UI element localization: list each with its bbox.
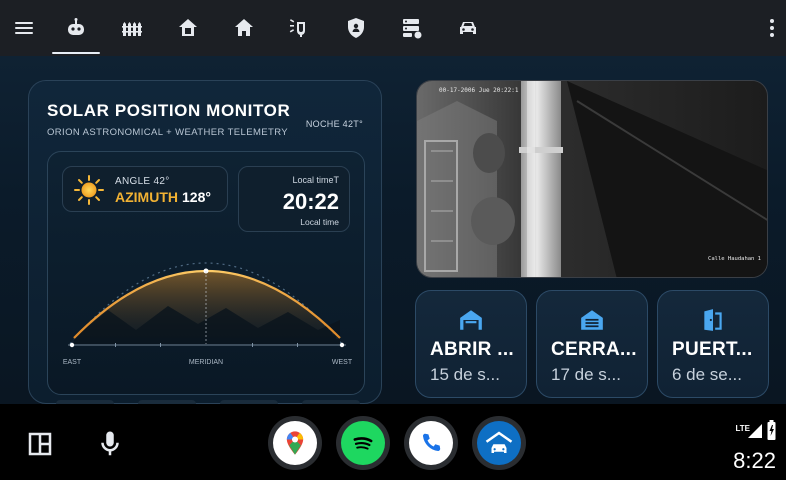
solar-card-subtitle: ORION ASTRONOMICAL + WEATHER TELEMETRY <box>47 127 289 138</box>
door-icon <box>704 309 722 331</box>
sun-path-diagram: EAST MERIDIAN WEST <box>63 262 353 366</box>
solar-card-title: SOLAR POSITION MONITOR <box>47 101 291 120</box>
azimuth-value: 128° <box>182 189 211 205</box>
noche-label: NOCHE 42T° <box>305 119 363 129</box>
house-icon <box>179 19 197 36</box>
hamburger-menu-icon[interactable] <box>4 0 44 56</box>
spotify-icon <box>353 437 373 450</box>
tile-abrir-subtitle: 15 de s... <box>430 365 500 384</box>
battery-icon <box>767 420 776 440</box>
solar-inner-panel: ANGLE 42° AZIMUTH 128° Local timeT 20:22 … <box>47 151 365 395</box>
tab-fence[interactable] <box>112 0 152 56</box>
car-icon <box>460 22 476 34</box>
phone-icon <box>422 433 441 452</box>
camera-timestamp: 00-17-2006 Jue 20:22:1 <box>439 87 519 94</box>
tile-puerta-subtitle: 6 de se... <box>672 365 742 384</box>
tab-house-2[interactable] <box>224 0 264 56</box>
signal-icon <box>748 424 762 438</box>
tile-cerrar-title: CERRA... <box>551 339 637 360</box>
axis-east-label: EAST <box>63 359 82 366</box>
west-marker <box>339 342 345 348</box>
tab-house[interactable] <box>168 0 208 56</box>
tab-car[interactable] <box>448 0 488 56</box>
google-maps-icon <box>286 431 304 455</box>
azimuth-key: AZIMUTH <box>115 189 178 205</box>
tab-server[interactable] <box>392 0 432 56</box>
microphone-icon[interactable] <box>92 426 128 462</box>
angle-label: ANGLE 42° <box>115 176 170 187</box>
sun-icon <box>74 175 104 205</box>
robot-icon <box>68 18 84 35</box>
angle-azimuth-box: ANGLE 42° AZIMUTH 128° <box>62 166 228 212</box>
tab-shield[interactable] <box>336 0 376 56</box>
solar-position-card[interactable]: SOLAR POSITION MONITOR ORION ASTRONOMICA… <box>28 80 382 404</box>
spotify-app[interactable] <box>336 416 390 470</box>
garage-closed-icon <box>581 310 603 330</box>
shield-icon <box>348 18 364 38</box>
tile-puerta-title: PUERT... <box>672 339 753 360</box>
azimuth-readout: AZIMUTH 128° <box>115 189 211 205</box>
local-time-label: Local timeT <box>292 175 339 185</box>
fence-icon <box>122 22 142 36</box>
tile-puerta[interactable]: PUERT... 6 de se... <box>657 290 769 398</box>
axis-meridian-label: MERIDIAN <box>189 359 223 366</box>
camera-name: Calle Haudahan 1 <box>708 256 761 262</box>
server-icon <box>403 19 422 39</box>
axis-west-label: WEST <box>332 359 353 366</box>
top-tab-bar <box>0 0 786 56</box>
east-marker <box>69 342 75 348</box>
more-vert-icon[interactable] <box>752 0 786 56</box>
status-clock: 8:22 <box>733 448 776 473</box>
phone-app[interactable] <box>404 416 458 470</box>
garage-open-icon <box>460 310 482 330</box>
google-maps-app[interactable] <box>268 416 322 470</box>
home-garage-icon <box>485 431 513 453</box>
status-area: LTE 8:22 <box>716 418 776 474</box>
bottom-bar: LTE 8:22 <box>0 404 786 480</box>
tab-security-light[interactable] <box>280 0 320 56</box>
tile-abrir[interactable]: ABRIR ... 15 de s... <box>415 290 527 398</box>
camera-feed[interactable]: 00-17-2006 Jue 20:22:1 Calle Haudahan 1 <box>416 80 768 278</box>
tile-abrir-title: ABRIR ... <box>430 339 514 360</box>
home-garage-app[interactable] <box>472 416 526 470</box>
security-light-icon <box>289 19 305 37</box>
tile-cerrar-subtitle: 17 de s... <box>551 365 621 384</box>
dashboard-area: SOLAR POSITION MONITOR ORION ASTRONOMICA… <box>0 56 786 406</box>
tile-cerrar[interactable]: CERRA... 17 de s... <box>536 290 648 398</box>
camera-image <box>417 81 767 277</box>
tab-robot[interactable] <box>52 0 100 56</box>
house-filled-icon <box>235 19 253 36</box>
dashboard-layout-icon[interactable] <box>22 426 58 462</box>
